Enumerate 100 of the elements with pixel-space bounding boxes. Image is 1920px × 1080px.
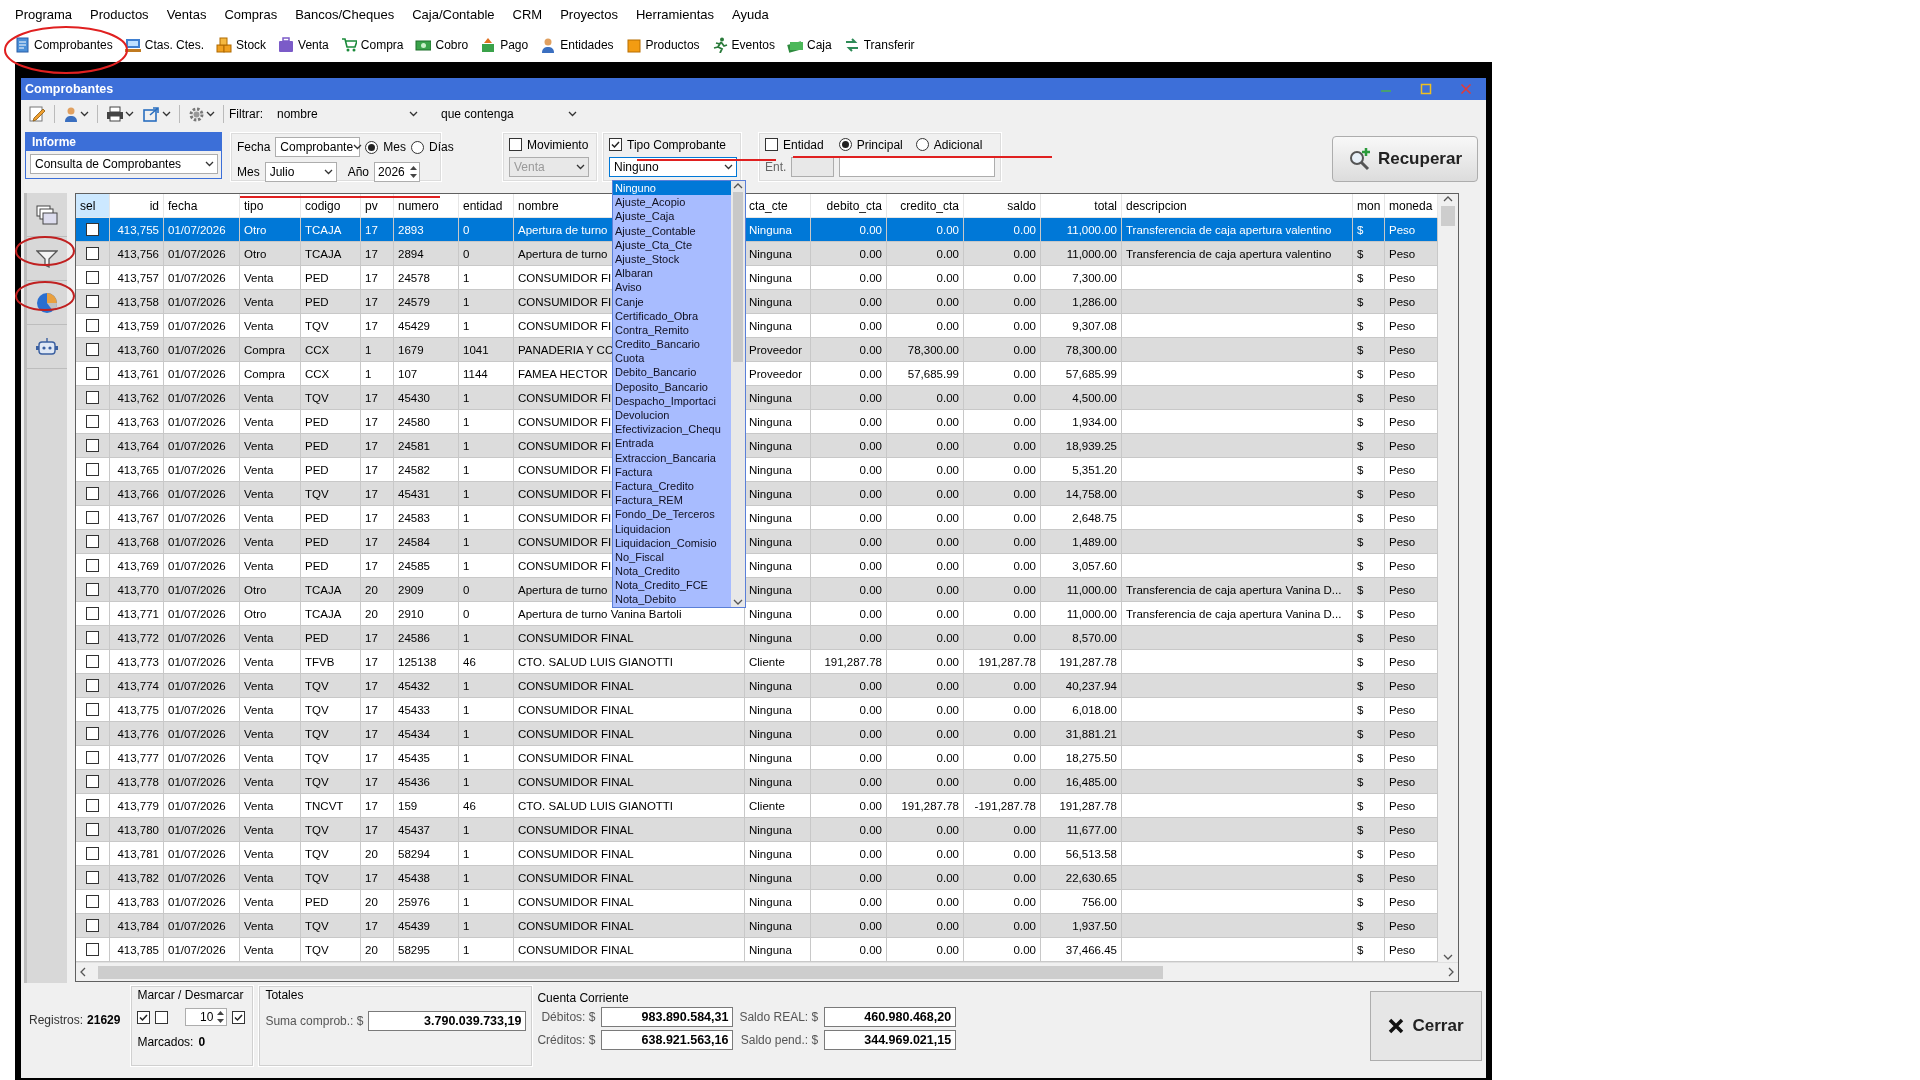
table-cell: 1 xyxy=(459,626,514,650)
table-cell: $ xyxy=(1353,914,1385,938)
table-cell: 1 xyxy=(459,530,514,554)
table-cell: CONSUMIDOR FINAL xyxy=(514,770,745,794)
table-cell: 0.00 xyxy=(964,482,1041,506)
radio-label: Días xyxy=(429,140,454,154)
table-cell: Ninguna xyxy=(745,578,811,602)
table-cell: Ninguna xyxy=(745,818,811,842)
table-cell: 0.00 xyxy=(811,914,887,938)
table-cell: 17 xyxy=(361,386,394,410)
fecha-label: Fecha xyxy=(237,140,271,154)
table-cell: $ xyxy=(1353,578,1385,602)
table-cell: 413,762 xyxy=(110,386,164,410)
table-cell: Peso xyxy=(1385,338,1438,362)
table-cell: 18,939.25 xyxy=(1041,434,1122,458)
table-cell: 16,485.00 xyxy=(1041,770,1122,794)
table-cell: 17 xyxy=(361,218,394,242)
table-cell: 0.00 xyxy=(887,914,964,938)
table-cell: 45434 xyxy=(394,722,459,746)
table-cell: 78,300.00 xyxy=(887,338,964,362)
table-cell: 11,000.00 xyxy=(1041,218,1122,242)
table-cell: 1 xyxy=(459,770,514,794)
table-cell: 01/07/2026 xyxy=(164,866,240,890)
table-cell: Ninguna xyxy=(745,386,811,410)
table-cell: Peso xyxy=(1385,530,1438,554)
table-cell: Otro xyxy=(240,578,301,602)
table-cell: Compra xyxy=(240,338,301,362)
table-cell: PED xyxy=(301,530,361,554)
table-cell: 31,881.21 xyxy=(1041,722,1122,746)
table-cell: 0.00 xyxy=(964,386,1041,410)
table-cell: 413,770 xyxy=(110,578,164,602)
table-cell: Ninguna xyxy=(745,674,811,698)
table-cell: Venta xyxy=(240,626,301,650)
table-cell: 01/07/2026 xyxy=(164,218,240,242)
table-cell: $ xyxy=(1353,674,1385,698)
table-cell: 17 xyxy=(361,530,394,554)
table-cell: TQV xyxy=(301,722,361,746)
table-cell: TCAJA xyxy=(301,242,361,266)
table-cell: $ xyxy=(1353,218,1385,242)
table-cell: TQV xyxy=(301,866,361,890)
table-cell: Venta xyxy=(240,482,301,506)
table-cell: 1 xyxy=(459,482,514,506)
table-cell: Peso xyxy=(1385,218,1438,242)
table-cell: Otro xyxy=(240,242,301,266)
table-cell: CONSUMIDOR FINAL xyxy=(514,674,745,698)
table-cell: 0.00 xyxy=(964,722,1041,746)
radio-label: Principal xyxy=(856,137,903,152)
table-cell: 0.00 xyxy=(964,434,1041,458)
table-cell: 4,500.00 xyxy=(1041,386,1122,410)
table-cell: 0.00 xyxy=(964,290,1041,314)
table-cell: Venta xyxy=(240,914,301,938)
table-cell: 0.00 xyxy=(964,218,1041,242)
table-cell: 17 xyxy=(361,722,394,746)
table-cell: CONSUMIDOR FINAL xyxy=(514,722,745,746)
table-cell: 0.00 xyxy=(811,482,887,506)
table-cell: Ninguna xyxy=(745,218,811,242)
table-cell: 0.00 xyxy=(887,626,964,650)
checkbox-label: Movimiento xyxy=(527,137,589,152)
table-cell: 0.00 xyxy=(887,674,964,698)
table-cell: TCAJA xyxy=(301,218,361,242)
table-cell: $ xyxy=(1353,818,1385,842)
table-cell: Peso xyxy=(1385,626,1438,650)
table-cell: 01/07/2026 xyxy=(164,674,240,698)
table-cell: 17 xyxy=(361,770,394,794)
table-cell: CONSUMIDOR FINAL xyxy=(514,866,745,890)
table-cell: Ninguna xyxy=(745,434,811,458)
table-cell: TQV xyxy=(301,674,361,698)
checkbox-label: Entidad xyxy=(783,137,824,152)
table-cell: 0.00 xyxy=(811,386,887,410)
table-cell: TQV xyxy=(301,482,361,506)
table-cell: 0.00 xyxy=(887,770,964,794)
table-cell: Otro xyxy=(240,218,301,242)
table-cell: 17 xyxy=(361,626,394,650)
table-cell: 45439 xyxy=(394,914,459,938)
table-cell: 01/07/2026 xyxy=(164,914,240,938)
table-cell: 01/07/2026 xyxy=(164,818,240,842)
table-cell: 0.00 xyxy=(811,626,887,650)
table-cell: 0.00 xyxy=(887,242,964,266)
table-cell: 01/07/2026 xyxy=(164,290,240,314)
field-label: Saldo REAL: $ xyxy=(739,1010,819,1024)
table-cell: 14,758.00 xyxy=(1041,482,1122,506)
table-cell: $ xyxy=(1353,290,1385,314)
table-cell: 45430 xyxy=(394,386,459,410)
marcados-count: 0 xyxy=(198,1035,206,1049)
table-cell: $ xyxy=(1353,626,1385,650)
table-cell: 17 xyxy=(361,866,394,890)
table-cell: 0.00 xyxy=(964,914,1041,938)
table-cell: 0.00 xyxy=(964,866,1041,890)
table-cell: 0 xyxy=(459,218,514,242)
table-cell: 413,760 xyxy=(110,338,164,362)
table-cell: Ninguna xyxy=(745,914,811,938)
table-cell: 45436 xyxy=(394,770,459,794)
table-cell: 413,778 xyxy=(110,770,164,794)
table-cell: 22,630.65 xyxy=(1041,866,1122,890)
group-title: Cuenta Corriente xyxy=(537,991,630,1005)
table-cell: Venta xyxy=(240,386,301,410)
table-cell: PED xyxy=(301,626,361,650)
table-cell: TCAJA xyxy=(301,578,361,602)
table-cell: Peso xyxy=(1385,722,1438,746)
table-cell: 45432 xyxy=(394,674,459,698)
